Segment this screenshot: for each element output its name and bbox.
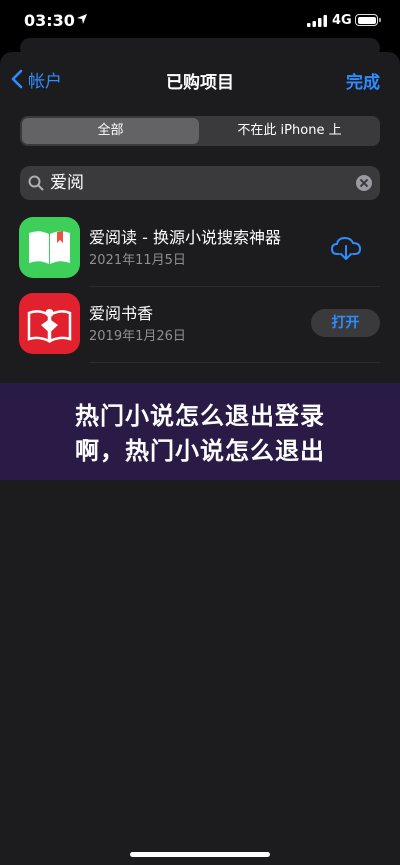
segment-not-on-iphone[interactable]: 不在此 iPhone 上 bbox=[201, 118, 378, 144]
search-bar bbox=[20, 166, 380, 200]
search-input[interactable] bbox=[50, 166, 340, 200]
home-indicator[interactable] bbox=[130, 852, 270, 857]
segment-all[interactable]: 全部 bbox=[22, 118, 199, 144]
app-name: 爱阅书香 bbox=[89, 304, 154, 323]
segmented-control: 全部 不在此 iPhone 上 bbox=[20, 116, 380, 146]
banner-line-2: 啊，热门小说怎么退出 bbox=[75, 437, 325, 465]
open-button[interactable]: 打开 bbox=[311, 309, 380, 337]
network-type: 4G bbox=[332, 13, 352, 28]
clear-search-icon[interactable] bbox=[356, 175, 372, 191]
battery-icon bbox=[355, 14, 381, 26]
navigation-bar: 帐户 已购项目 完成 bbox=[0, 52, 400, 106]
reading-book-icon bbox=[19, 293, 80, 354]
app-row-aiyueshuxiang[interactable]: 爱阅书香 2019年1月26日 打开 bbox=[0, 288, 400, 363]
overlay-banner: 热门小说怎么退出登录 啊，热门小说怎么退出 bbox=[0, 383, 400, 480]
done-button[interactable]: 完成 bbox=[346, 68, 380, 93]
search-icon bbox=[28, 175, 44, 191]
app-name: 爱阅读 - 换源小说搜索神器 bbox=[89, 228, 281, 247]
app-row-aiyuedu[interactable]: 爱阅读 - 换源小说搜索神器 2021年11月5日 bbox=[0, 212, 400, 287]
status-time: 03:30 bbox=[24, 11, 75, 30]
open-book-icon bbox=[19, 217, 80, 278]
banner-text: 热门小说怎么退出登录 啊，热门小说怎么退出 bbox=[0, 399, 400, 469]
row-separator bbox=[89, 362, 380, 363]
app-date: 2021年11月5日 bbox=[89, 253, 186, 268]
banner-line-1: 热门小说怎么退出登录 bbox=[75, 402, 325, 430]
row-separator bbox=[89, 286, 380, 287]
app-icon-aiyueshuxiang bbox=[19, 293, 80, 354]
cellular-signal-icon bbox=[307, 15, 327, 27]
app-icon-aiyuedu bbox=[19, 217, 80, 278]
app-date: 2019年1月26日 bbox=[89, 329, 186, 344]
cloud-download-icon[interactable] bbox=[330, 234, 362, 262]
location-arrow-icon bbox=[77, 14, 87, 24]
page-title: 已购项目 bbox=[166, 73, 234, 93]
